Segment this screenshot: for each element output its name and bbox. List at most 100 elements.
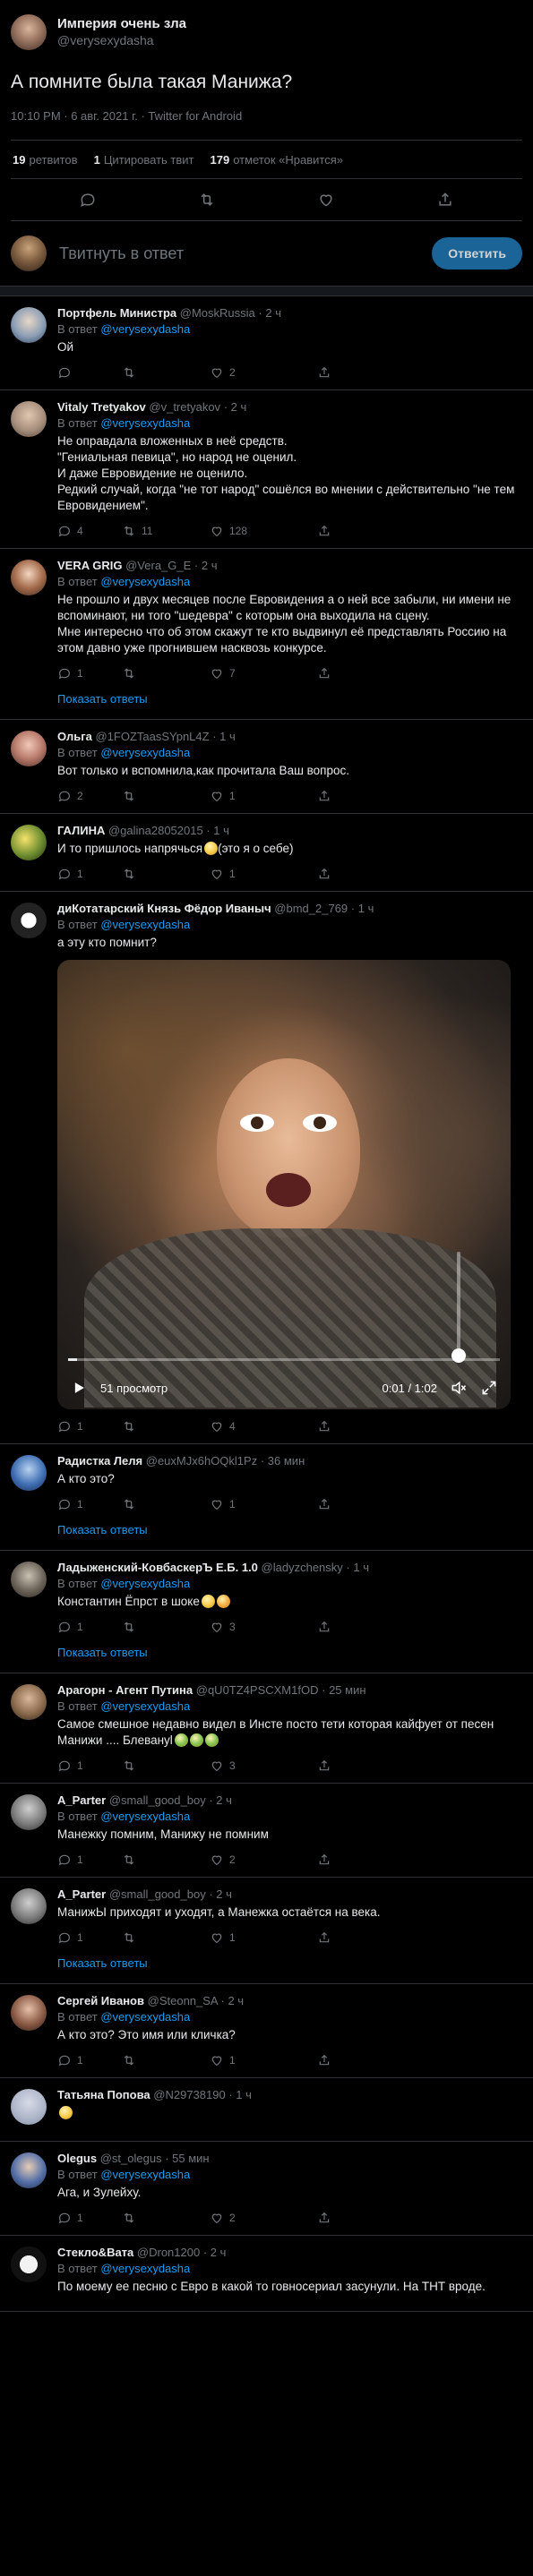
reply-action[interactable]: 1: [57, 666, 122, 680]
retweet-icon[interactable]: [122, 365, 136, 380]
share-action[interactable]: [317, 1759, 407, 1773]
reply-avatar[interactable]: [11, 825, 47, 860]
reply-avatar[interactable]: [11, 1794, 47, 1830]
reply-author-handle[interactable]: @bmd_2_769: [274, 902, 348, 915]
retweet-action[interactable]: [122, 1620, 210, 1634]
reply-time[interactable]: 25 мин: [329, 1683, 365, 1697]
reply-author-name[interactable]: диКотатарский Князь Фёдор Иваныч: [57, 902, 271, 915]
share-action[interactable]: [317, 365, 407, 380]
reply-tweet[interactable]: VERA GRIG @Vera_G_E · 2 ч В ответ @verys…: [0, 549, 533, 720]
reply-icon[interactable]: [57, 1930, 72, 1945]
quotes-stat[interactable]: 1 Цитировать твит: [94, 153, 194, 167]
like-icon[interactable]: [210, 1759, 224, 1773]
share-icon[interactable]: [317, 2211, 331, 2225]
reply-tweet[interactable]: диКотатарский Князь Фёдор Иваныч @bmd_2_…: [0, 892, 533, 1444]
reply-action[interactable]: 1: [57, 1497, 122, 1511]
reply-action[interactable]: [57, 365, 122, 380]
reply-author-handle[interactable]: @1FOZTaasSYpnL4Z: [95, 730, 209, 743]
share-icon[interactable]: [317, 2053, 331, 2067]
reply-author-name[interactable]: Портфель Министра: [57, 306, 176, 320]
reply-time[interactable]: 2 ч: [228, 1994, 244, 2007]
reply-author-handle[interactable]: @euxMJx6hOQkl1Pz: [146, 1454, 257, 1468]
in-reply-handle[interactable]: @verysexydasha: [100, 1699, 190, 1713]
reply-tweet[interactable]: Olegus @st_olegus · 55 мин В ответ @very…: [0, 2142, 533, 2236]
author-name[interactable]: Империя очень зла: [57, 16, 186, 32]
reply-avatar[interactable]: [11, 560, 47, 595]
reply-time[interactable]: 1 ч: [236, 2088, 252, 2101]
retweet-icon[interactable]: [122, 1759, 136, 1773]
reply-tweet[interactable]: Vitaly Tretyakov @v_tretyakov · 2 ч В от…: [0, 390, 533, 549]
retweet-action[interactable]: 11: [122, 524, 210, 538]
like-icon[interactable]: [210, 2211, 224, 2225]
retweet-action[interactable]: [122, 2211, 210, 2225]
reply-avatar[interactable]: [11, 1562, 47, 1597]
share-icon[interactable]: [317, 1853, 331, 1867]
like-action[interactable]: 1: [210, 789, 317, 803]
reply-author-handle[interactable]: @small_good_boy: [109, 1887, 206, 1901]
reply-author-handle[interactable]: @galina28052015: [108, 824, 203, 837]
reply-button[interactable]: Ответить: [432, 237, 522, 270]
retweet-icon[interactable]: [122, 2211, 136, 2225]
retweets-stat[interactable]: 19 ретвитов: [13, 153, 78, 167]
in-reply-handle[interactable]: @verysexydasha: [100, 322, 190, 336]
reply-time[interactable]: 2 ч: [265, 306, 281, 320]
retweet-action[interactable]: [122, 2053, 210, 2067]
like-action[interactable]: 1: [210, 1497, 317, 1511]
retweet-icon[interactable]: [122, 867, 136, 881]
reply-icon[interactable]: [57, 1759, 72, 1773]
reply-avatar[interactable]: [11, 903, 47, 938]
likes-stat[interactable]: 179 отметок «Нравится»: [211, 153, 344, 167]
reply-icon[interactable]: [57, 1419, 72, 1433]
like-action[interactable]: 2: [210, 1853, 317, 1867]
reply-action[interactable]: 1: [57, 1419, 122, 1433]
like-action[interactable]: 1: [210, 867, 317, 881]
reply-tweet[interactable]: Арагорн - Агент Путина @qU0TZ4PSCXM1fOD …: [0, 1673, 533, 1784]
reply-avatar[interactable]: [11, 731, 47, 766]
reply-tweet[interactable]: A_Parter @small_good_boy · 2 ч В ответ @…: [0, 1784, 533, 1878]
like-action[interactable]: 3: [210, 1759, 317, 1773]
share-icon[interactable]: [317, 1930, 331, 1945]
reply-author-name[interactable]: Olegus: [57, 2152, 97, 2165]
author-avatar[interactable]: [11, 14, 47, 50]
share-action[interactable]: [317, 1930, 407, 1945]
share-icon[interactable]: [317, 1497, 331, 1511]
reply-action[interactable]: 1: [57, 1620, 122, 1634]
reply-avatar[interactable]: [11, 1888, 47, 1924]
reply-action[interactable]: 4: [57, 524, 122, 538]
retweet-icon[interactable]: [122, 1419, 136, 1433]
in-reply-handle[interactable]: @verysexydasha: [100, 1810, 190, 1823]
in-reply-handle[interactable]: @verysexydasha: [100, 575, 190, 588]
show-replies-link[interactable]: Показать ответы: [57, 690, 522, 719]
reply-time[interactable]: 1 ч: [358, 902, 374, 915]
reply-time[interactable]: 1 ч: [353, 1561, 369, 1574]
reply-author-handle[interactable]: @Dron1200: [137, 2246, 200, 2259]
reply-icon[interactable]: [57, 2211, 72, 2225]
like-action[interactable]: 7: [210, 666, 317, 680]
share-icon[interactable]: [317, 789, 331, 803]
like-icon[interactable]: [317, 191, 335, 209]
reply-tweet[interactable]: Портфель Министра @MoskRussia · 2 ч В от…: [0, 296, 533, 390]
reply-author-name[interactable]: Vitaly Tretyakov: [57, 400, 146, 414]
reply-author-handle[interactable]: @Steonn_SA: [148, 1994, 218, 2007]
in-reply-handle[interactable]: @verysexydasha: [100, 2010, 190, 2024]
share-icon[interactable]: [317, 867, 331, 881]
reply-avatar[interactable]: [11, 1455, 47, 1491]
reply-action[interactable]: 1: [57, 1930, 122, 1945]
like-icon[interactable]: [210, 524, 224, 538]
share-icon[interactable]: [317, 524, 331, 538]
reply-tweet[interactable]: ГАЛИНА @galina28052015 · 1 ч И то пришло…: [0, 814, 533, 892]
retweet-action[interactable]: [122, 666, 210, 680]
reply-time[interactable]: 36 мин: [268, 1454, 305, 1468]
reply-time[interactable]: 2 ч: [211, 2246, 227, 2259]
reply-avatar[interactable]: [11, 1995, 47, 2031]
share-action[interactable]: [317, 1853, 407, 1867]
reply-time[interactable]: 2 ч: [216, 1793, 232, 1807]
retweet-icon[interactable]: [198, 191, 216, 209]
reply-tweet[interactable]: Ладыженский-КовбаскерЪ Е.Б. 1.0 @ladyzch…: [0, 1551, 533, 1673]
share-action[interactable]: [317, 666, 407, 680]
like-action[interactable]: 2: [210, 2211, 317, 2225]
reply-author-handle[interactable]: @ladyzchensky: [262, 1561, 343, 1574]
in-reply-handle[interactable]: @verysexydasha: [100, 416, 190, 430]
retweet-action[interactable]: [122, 1759, 210, 1773]
in-reply-handle[interactable]: @verysexydasha: [100, 2168, 190, 2181]
